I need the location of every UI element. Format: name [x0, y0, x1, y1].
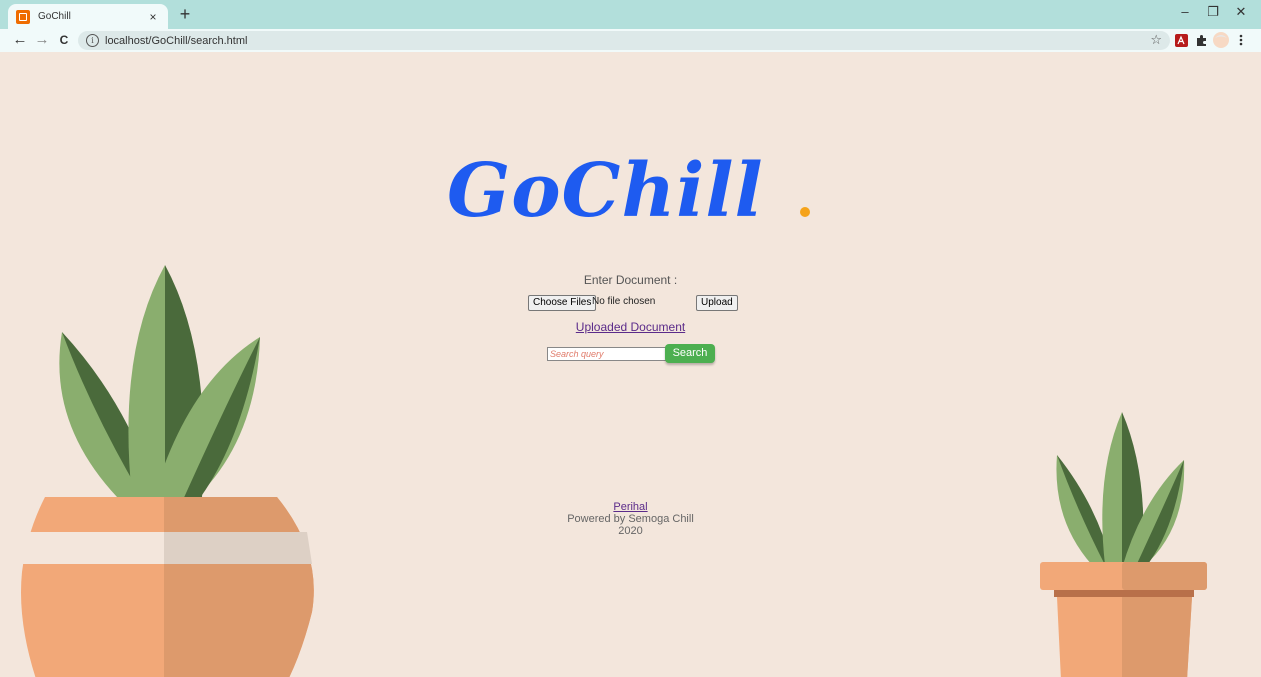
close-window-button[interactable]: ✕ [1231, 4, 1251, 20]
minimize-button[interactable]: – [1175, 4, 1195, 19]
info-icon[interactable]: i [86, 34, 99, 47]
footer-year: 2020 [618, 525, 643, 537]
footer: Perihal Powered by Semoga Chill 2020 [7, 501, 1254, 537]
site-logo: GoChill [447, 148, 764, 234]
tab-close-icon[interactable]: × [146, 10, 160, 24]
restore-button[interactable]: ❐ [1203, 4, 1223, 20]
upload-button[interactable]: Upload [696, 295, 738, 311]
favicon-icon [16, 9, 30, 24]
profile-avatar-icon[interactable] [1213, 32, 1229, 48]
search-button[interactable]: Search [665, 344, 715, 363]
powered-by-text: Powered by Semoga Chill [567, 513, 694, 525]
enter-document-label: Enter Document : [583, 273, 678, 287]
file-chosen-status: No file chosen [592, 296, 656, 307]
url-text: localhost/GoChill/search.html [105, 34, 248, 47]
logo-dot [800, 207, 810, 217]
search-input[interactable] [547, 347, 667, 361]
perihal-link[interactable]: Perihal [7, 501, 1254, 513]
back-button[interactable]: ← [12, 31, 28, 49]
new-tab-button[interactable]: + [176, 5, 194, 23]
pdf-extension-icon[interactable] [1175, 34, 1188, 47]
browser-toolbar: ← → C i localhost/GoChill/search.html ☆ [0, 29, 1261, 52]
tab-title: GoChill [38, 11, 71, 22]
potted-plant-left-illustration [19, 265, 314, 677]
choose-files-button[interactable]: Choose Files [528, 295, 597, 311]
reload-button[interactable]: C [56, 31, 72, 49]
page-body: GoChill Enter Document : Choose Files No… [7, 52, 1254, 677]
potted-plant-right-illustration [1040, 412, 1207, 677]
uploaded-document-link[interactable]: Uploaded Document [7, 320, 1254, 334]
forward-button[interactable]: → [34, 31, 50, 49]
browser-tab[interactable]: GoChill × [8, 4, 168, 29]
puzzle-extension-icon[interactable] [1195, 34, 1208, 47]
kebab-menu-icon[interactable] [1238, 33, 1244, 46]
browser-tabstrip: GoChill × + – ❐ ✕ [0, 0, 1261, 29]
address-bar[interactable]: i localhost/GoChill/search.html ☆ [78, 31, 1170, 50]
bookmark-star-icon[interactable]: ☆ [1150, 32, 1162, 48]
